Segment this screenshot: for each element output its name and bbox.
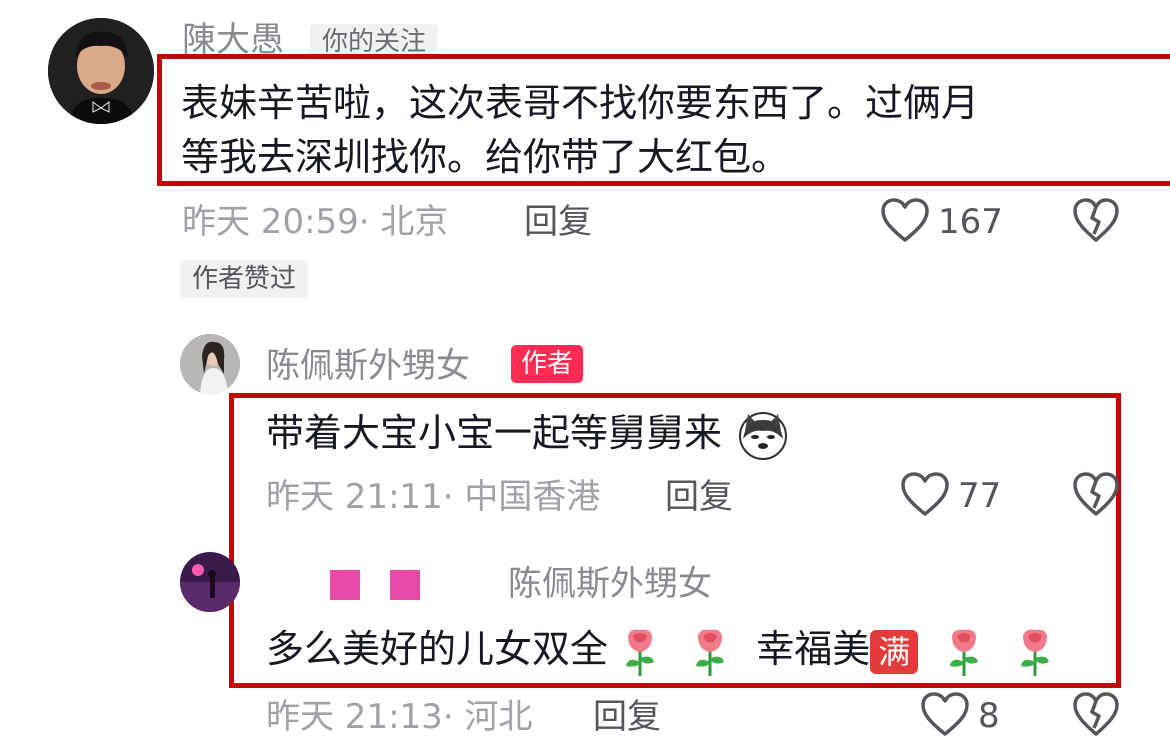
rose-emoji	[1020, 629, 1049, 676]
reply-text: 多么美好的儿女双全 幸福美满	[266, 622, 1055, 678]
reply-button[interactable]: 回复	[593, 697, 661, 737]
reply-text: 带着大宝小宝一起等舅舅来	[266, 406, 788, 461]
avatar[interactable]	[48, 18, 154, 124]
user-portrait-icon	[48, 18, 154, 124]
author-badge: 作者	[511, 345, 584, 383]
like-count: 8	[978, 696, 1000, 736]
dog-emoji	[739, 411, 788, 460]
reply-text-part2: 幸福美	[756, 627, 871, 671]
avatar[interactable]	[180, 552, 240, 612]
rose-emoji	[950, 629, 979, 676]
censor-block	[390, 570, 420, 600]
author-liked-badge: 作者赞过	[180, 260, 309, 298]
reply-text-content: 带着大宝小宝一起等舅舅来	[266, 411, 723, 455]
reply-button[interactable]: 回复	[524, 202, 592, 242]
broken-heart-icon[interactable]	[1072, 198, 1120, 244]
heart-outline-icon	[921, 692, 969, 736]
like-button[interactable]: 8	[920, 690, 1010, 742]
like-button[interactable]: 167	[880, 196, 1015, 248]
avatar[interactable]	[180, 334, 240, 394]
reply-timestamp-location: 昨天 21:13· 河北	[266, 697, 533, 737]
like-count: 77	[958, 476, 1002, 516]
reply-button[interactable]: 回复	[665, 477, 733, 517]
broken-heart-icon[interactable]	[1072, 692, 1120, 738]
reply-to-name[interactable]: 陈佩斯外甥女	[508, 564, 712, 604]
censored-username	[300, 560, 510, 604]
rose-emoji	[696, 629, 725, 676]
user-portrait-icon	[180, 334, 240, 394]
reply-timestamp-location: 昨天 21:11· 中国香港	[266, 477, 601, 517]
broken-heart-icon[interactable]	[1072, 472, 1120, 518]
like-count: 167	[938, 202, 1003, 242]
comment-timestamp-location: 昨天 20:59· 北京	[182, 202, 449, 242]
reply-author-name[interactable]: 陈佩斯外甥女	[266, 346, 470, 386]
heart-outline-icon	[901, 472, 949, 516]
rose-emoji	[626, 629, 655, 676]
heart-outline-icon	[881, 198, 929, 242]
user-portrait-icon	[180, 552, 240, 612]
comment-text-line-2: 等我去深圳找你。给你带了大红包。	[181, 135, 790, 179]
comment-text-line-1: 表妹辛苦啦，这次表哥不找你要东西了。过俩月	[181, 81, 980, 125]
like-button[interactable]: 77	[900, 470, 1010, 522]
censor-block	[330, 570, 360, 600]
reply-text-part1: 多么美好的儿女双全	[266, 627, 609, 671]
full-emoji-badge: 满	[870, 629, 919, 674]
